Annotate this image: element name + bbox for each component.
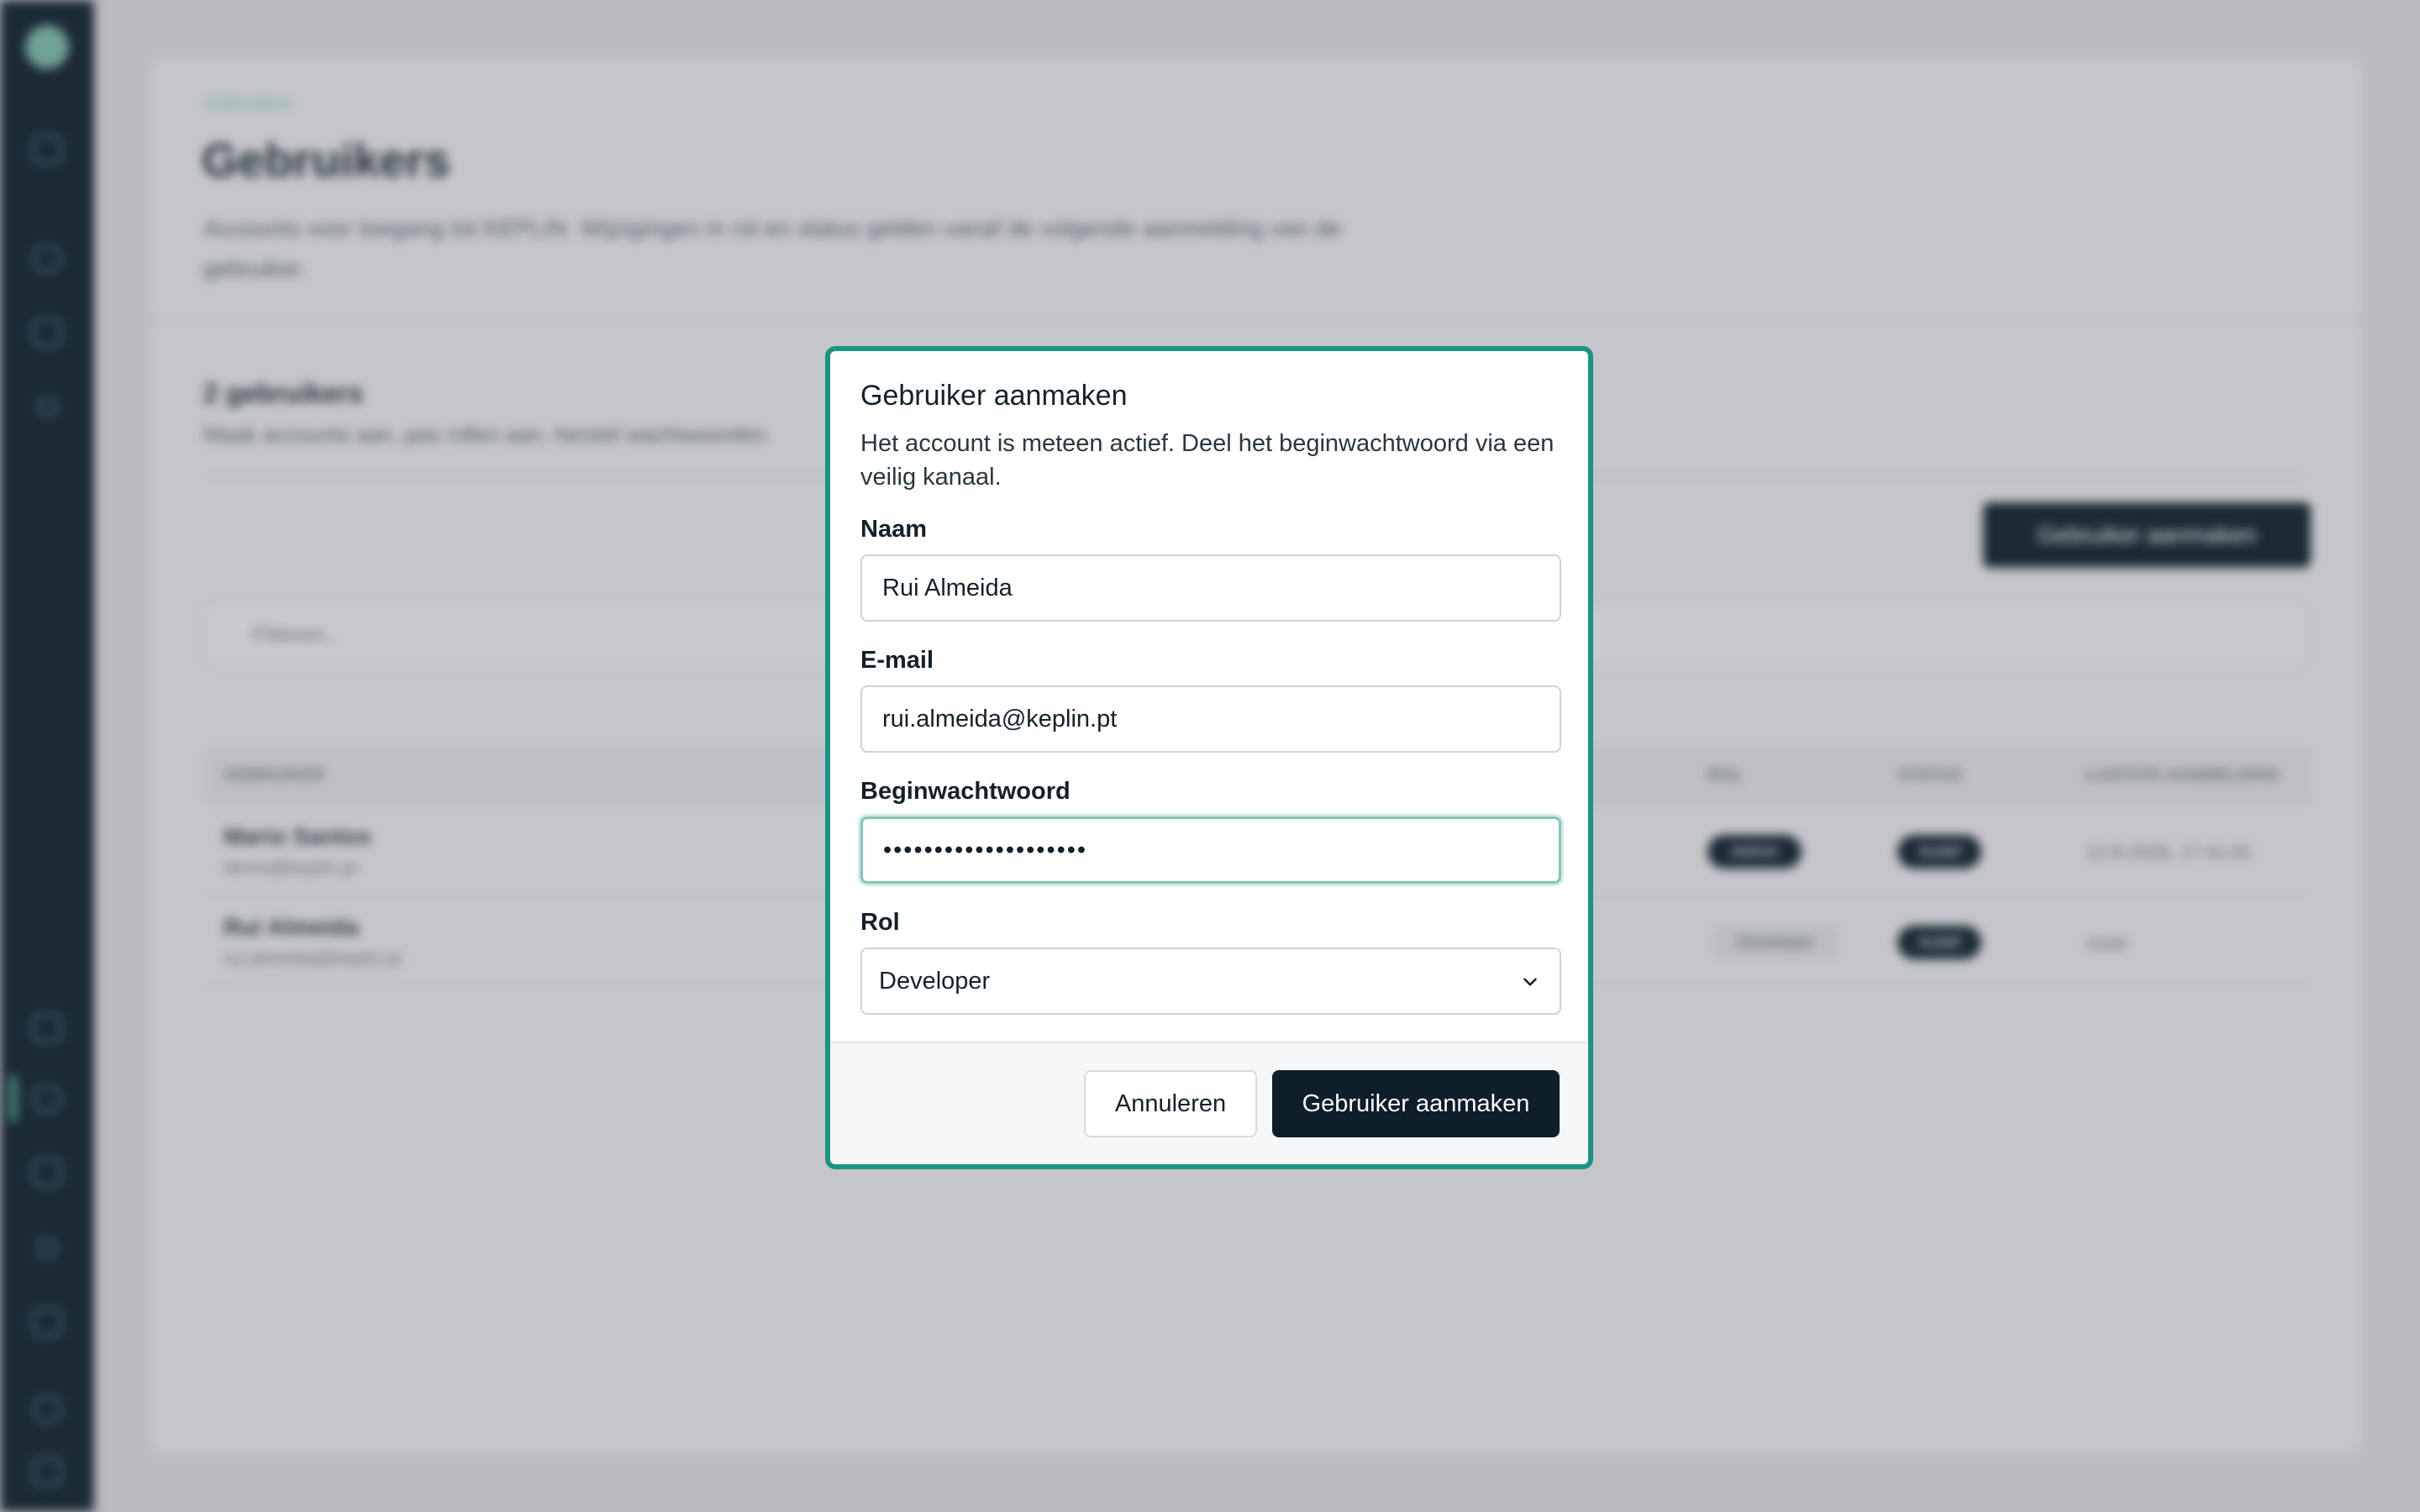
- email-label: E-mail: [860, 647, 934, 674]
- email-input[interactable]: [860, 685, 1561, 753]
- password-input[interactable]: [860, 816, 1561, 884]
- role-label: Rol: [860, 909, 900, 936]
- role-select[interactable]: Developer: [860, 948, 1561, 1015]
- create-user-dialog: Gebruiker aanmaken Het account is meteen…: [825, 346, 1593, 1169]
- dialog-footer: Annuleren Gebruiker aanmaken: [830, 1042, 1588, 1164]
- dialog-title: Gebruiker aanmaken: [860, 380, 1128, 412]
- cancel-button[interactable]: Annuleren: [1084, 1070, 1257, 1137]
- dialog-description: Het account is meteen actief. Deel het b…: [860, 430, 1555, 491]
- name-label: Naam: [860, 516, 927, 543]
- chevron-down-icon: [1523, 978, 1537, 986]
- role-select-value: Developer: [879, 968, 991, 995]
- name-input[interactable]: [860, 554, 1561, 622]
- password-label: Beginwachtwoord: [860, 778, 1071, 805]
- create-user-submit-button[interactable]: Gebruiker aanmaken: [1272, 1070, 1560, 1137]
